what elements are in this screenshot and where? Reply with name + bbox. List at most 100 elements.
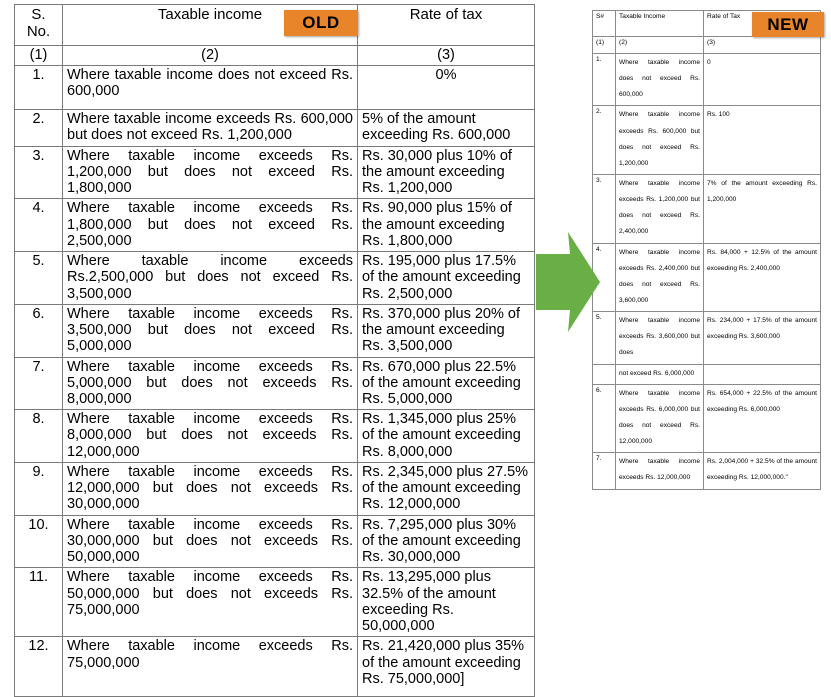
row-rate-of-tax: Rs. 30,000 plus 10% of the amount exceed… xyxy=(357,145,535,200)
colnum-3: (3) xyxy=(703,36,821,54)
table-row: 11. Where taxable income exceeds Rs. 50,… xyxy=(14,567,535,638)
row-serial: 6. xyxy=(592,383,616,454)
old-tax-table-container: S. No. Taxable income Rate of tax (1) (2… xyxy=(14,4,535,697)
row-taxable-income: Where taxable income exceeds Rs. 8,000,0… xyxy=(62,409,358,463)
row-taxable-income: Where taxable income exceeds Rs. 1,200,0… xyxy=(615,173,704,244)
table-row: 5. Where taxable income exceeds Rs.2,500… xyxy=(14,251,535,305)
table-header-row: S. No. Taxable income Rate of tax xyxy=(14,4,535,46)
table-column-number-row: (1) (2) (3) xyxy=(592,36,821,54)
row-rate-of-tax: Rs. 670,000 plus 22.5% of the amount exc… xyxy=(357,356,535,411)
table-row: 2. Where taxable income exceeds Rs. 600,… xyxy=(592,105,821,175)
row-rate-of-tax: Rs. 370,000 plus 20% of the amount excee… xyxy=(357,303,535,358)
row-rate-of-tax: Rs. 234,000 + 17.5% of the amount exceed… xyxy=(703,311,821,365)
table-row: 10. Where taxable income exceeds Rs. 30,… xyxy=(14,514,535,569)
row-rate-of-tax: 0 xyxy=(703,52,821,107)
table-row: 5. Where taxable income exceeds Rs. 3,60… xyxy=(592,311,821,365)
table-row: 7. Where taxable income exceeds Rs. 12,0… xyxy=(592,452,821,490)
row-taxable-income: Where taxable income exceeds Rs. 30,000,… xyxy=(62,514,358,569)
header-cell-serial: S# xyxy=(592,10,616,37)
row-taxable-income: Where taxable income exceeds Rs. 600,000… xyxy=(615,105,704,175)
row-serial: 7. xyxy=(592,452,616,490)
colnum-3: (3) xyxy=(357,44,535,67)
table-row: 3. Where taxable income exceeds Rs. 1,20… xyxy=(592,173,821,244)
row-rate-of-tax: Rs. 7,295,000 plus 30% of the amount exc… xyxy=(357,514,535,569)
row-serial: 1. xyxy=(14,65,63,111)
table-row: 8. Where taxable income exceeds Rs. 8,00… xyxy=(14,409,535,463)
row-taxable-income: Where taxable income does not exceed Rs.… xyxy=(62,65,358,111)
table-column-number-row: (1) (2) (3) xyxy=(14,44,535,67)
row-rate-of-tax: Rs. 2,004,000 + 32.5% of the amount exce… xyxy=(703,452,821,490)
row-taxable-income: Where taxable income exceeds Rs. 5,000,0… xyxy=(62,356,358,411)
row-rate-of-tax: Rs. 654,000 + 22.5% of the amount exceed… xyxy=(703,383,821,454)
row-taxable-income: Where taxable income exceeds Rs. 50,000,… xyxy=(62,567,358,638)
row-serial: 10. xyxy=(14,514,63,569)
row-taxable-income: Where taxable income exceeds Rs. 600,000… xyxy=(62,109,358,147)
row-serial: 3. xyxy=(14,145,63,200)
table-row: 7. Where taxable income exceeds Rs. 5,00… xyxy=(14,356,535,411)
colnum-2: (2) xyxy=(62,44,358,67)
row-serial: 6. xyxy=(14,303,63,358)
colnum-1: (1) xyxy=(592,36,616,54)
table-row: 4. Where taxable income exceeds Rs. 1,80… xyxy=(14,198,535,253)
new-badge: NEW xyxy=(752,12,824,37)
colnum-2: (2) xyxy=(615,36,704,54)
table-row: 6. Where taxable income exceeds Rs. 3,50… xyxy=(14,303,535,358)
row-taxable-income: Where taxable income exceeds Rs. 75,000,… xyxy=(62,636,358,697)
row-taxable-income: Where taxable income exceeds Rs. 1,200,0… xyxy=(62,145,358,200)
table-row: 1. Where taxable income does not exceed … xyxy=(14,65,535,111)
row-rate-of-tax: Rs. 100 xyxy=(703,105,821,175)
row-rate-of-tax: 7% of the amount exceeding Rs. 1,200,000 xyxy=(703,173,821,244)
header-serial-line1: S. xyxy=(31,6,46,23)
table-row: 9. Where taxable income exceeds Rs. 12,0… xyxy=(14,461,535,516)
row-serial: 12. xyxy=(14,636,63,697)
row-rate-of-tax: Rs. 90,000 plus 15% of the amount exceed… xyxy=(357,198,535,253)
row-taxable-income: Where taxable income exceeds Rs. 2,400,0… xyxy=(615,242,704,313)
row-serial-continuation xyxy=(592,363,616,385)
row-serial: 4. xyxy=(14,198,63,253)
table-row: 3. Where taxable income exceeds Rs. 1,20… xyxy=(14,145,535,200)
row-taxable-income: Where taxable income exceeds Rs. 12,000,… xyxy=(615,452,704,490)
row-taxable-income-continuation: not exceed Rs. 6,000,000 xyxy=(615,363,704,385)
row-taxable-income: Where taxable income exceeds Rs.2,500,00… xyxy=(62,251,358,305)
old-badge: OLD xyxy=(284,10,358,36)
new-tax-table: S# Taxable Income Rate of Tax (1) (2) (3… xyxy=(592,10,821,490)
row-rate-of-tax-continuation xyxy=(703,363,821,385)
row-rate-of-tax: 5% of the amount exceeding Rs. 600,000 xyxy=(357,109,535,147)
row-serial: 7. xyxy=(14,356,63,411)
table-row: 4. Where taxable income exceeds Rs. 2,40… xyxy=(592,242,821,313)
row-taxable-income: Where taxable income exceeds Rs. 3,600,0… xyxy=(615,311,704,365)
row-taxable-income: Where taxable income exceeds Rs. 3,500,0… xyxy=(62,303,358,358)
row-serial: 8. xyxy=(14,409,63,463)
row-rate-of-tax: Rs. 13,295,000 plus 32.5% of the amount … xyxy=(357,567,535,638)
table-row: 2. Where taxable income exceeds Rs. 600,… xyxy=(14,109,535,147)
table-row-continuation: not exceed Rs. 6,000,000 xyxy=(592,363,821,385)
row-rate-of-tax: 0% xyxy=(357,65,535,111)
row-serial: 9. xyxy=(14,461,63,516)
new-tax-table-container: S# Taxable Income Rate of Tax (1) (2) (3… xyxy=(592,10,821,490)
row-serial: 5. xyxy=(14,251,63,305)
header-cell-serial: S. No. xyxy=(14,4,63,46)
green-right-arrow-icon xyxy=(536,232,600,332)
header-serial-line2: No. xyxy=(26,22,51,40)
header-cell-rate-of-tax: Rate of tax xyxy=(357,4,535,46)
row-taxable-income: Where taxable income does not exceed Rs.… xyxy=(615,52,704,107)
row-taxable-income: Where taxable income exceeds Rs. 12,000,… xyxy=(62,461,358,516)
row-taxable-income: Where taxable income exceeds Rs. 6,000,0… xyxy=(615,383,704,454)
row-rate-of-tax: Rs. 195,000 plus 17.5% of the amount exc… xyxy=(357,251,535,305)
row-rate-of-tax: Rs. 84,000 + 12.5% of the amount exceedi… xyxy=(703,242,821,313)
row-serial: 11. xyxy=(14,567,63,638)
row-rate-of-tax: Rs. 1,345,000 plus 25% of the amount exc… xyxy=(357,409,535,463)
table-row: 6. Where taxable income exceeds Rs. 6,00… xyxy=(592,383,821,454)
row-rate-of-tax: Rs. 2,345,000 plus 27.5% of the amount e… xyxy=(357,461,535,516)
row-serial: 2. xyxy=(592,105,616,175)
row-serial: 2. xyxy=(14,109,63,147)
table-row: 12. Where taxable income exceeds Rs. 75,… xyxy=(14,636,535,697)
colnum-1: (1) xyxy=(14,44,63,67)
old-tax-table: S. No. Taxable income Rate of tax (1) (2… xyxy=(14,4,535,697)
row-serial: 1. xyxy=(592,52,616,107)
row-taxable-income: Where taxable income exceeds Rs. 1,800,0… xyxy=(62,198,358,253)
green-arrow-shape xyxy=(536,232,600,332)
header-cell-taxable-income: Taxable Income xyxy=(615,10,704,37)
row-rate-of-tax: Rs. 21,420,000 plus 35% of the amount ex… xyxy=(357,636,535,697)
table-row: 1. Where taxable income does not exceed … xyxy=(592,52,821,107)
